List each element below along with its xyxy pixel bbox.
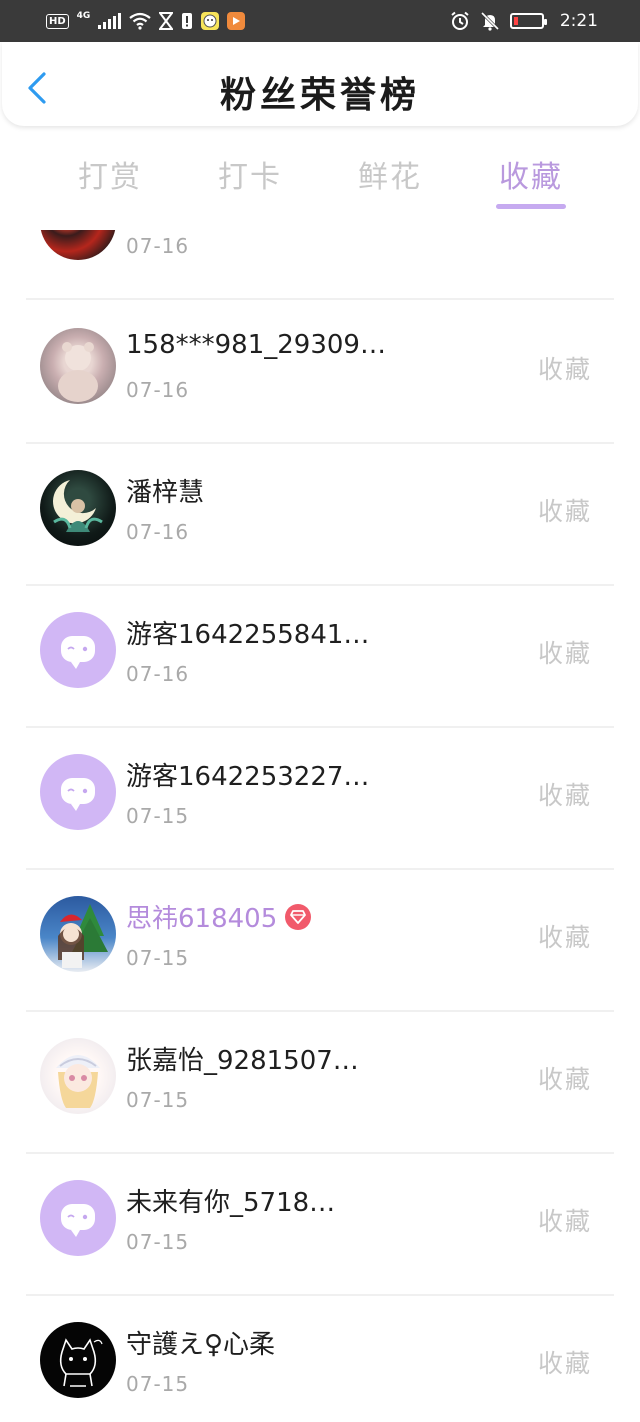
video-app-icon (227, 12, 246, 30)
tab-flowers[interactable]: 鲜花 (340, 152, 440, 196)
battery-icon (509, 13, 547, 29)
status-bar: HD 4G 2:21 (0, 0, 640, 42)
fan-date: 07-15 (126, 1372, 190, 1396)
top-bar: 粉丝荣誉榜 (2, 42, 638, 126)
tab-bar: 打赏 打卡 鲜花 收藏 (0, 140, 640, 216)
user-name: 游客1642253227… (126, 762, 370, 792)
fan-date: 07-16 (126, 662, 190, 686)
alarm-icon (451, 11, 469, 30)
action-label: 收藏 (538, 1207, 593, 1236)
list-item[interactable]: 守護え♀心柔 07-15 收藏 (0, 1296, 640, 1422)
action-label: 收藏 (538, 355, 593, 384)
list-item[interactable]: 游客1642253227… 07-15 收藏 (0, 728, 640, 870)
user-avatar[interactable] (40, 328, 116, 404)
signal-icon (98, 13, 122, 29)
hd-badge: HD (46, 13, 69, 29)
wifi-icon (129, 12, 152, 30)
app-notification-icon (201, 12, 220, 30)
user-name-text: 思祎618405 (126, 904, 278, 934)
status-right: 2:21 (450, 10, 598, 32)
user-avatar[interactable] (40, 230, 116, 260)
status-left: HD 4G (46, 10, 246, 32)
tab-favorites[interactable]: 收藏 (481, 152, 581, 196)
user-name: 张嘉怡_9281507… (126, 1046, 359, 1076)
user-avatar[interactable] (40, 1038, 116, 1114)
user-avatar[interactable] (40, 896, 116, 972)
tab-checkin[interactable]: 打卡 (200, 152, 300, 196)
fan-date: 07-15 (126, 804, 190, 828)
fan-date: 07-15 (126, 946, 190, 970)
user-name: 守護え♀心柔 (126, 1330, 276, 1360)
alert-icon (182, 13, 193, 29)
page-title: 粉丝荣誉榜 (219, 74, 420, 116)
user-avatar[interactable] (40, 1322, 116, 1398)
fan-date: 07-16 (126, 234, 190, 258)
user-name: 158***981_29309… (126, 330, 386, 360)
default-avatar-icon[interactable] (40, 612, 116, 688)
network-type: 4G (76, 11, 91, 21)
vip-diamond-icon (285, 903, 312, 930)
action-label: 收藏 (538, 1349, 593, 1378)
fan-list: 07-16 收藏 158***981_29309… 07-16 收藏 潘梓慧 0… (0, 230, 640, 1422)
user-name: 潘梓慧 (126, 478, 205, 508)
list-item[interactable]: 158***981_29309… 07-16 收藏 (0, 302, 640, 444)
fan-date: 07-15 (126, 1088, 190, 1112)
row-divider (26, 298, 614, 300)
default-avatar-icon[interactable] (40, 1180, 116, 1256)
mute-bell-icon (480, 11, 499, 31)
action-label: 收藏 (538, 497, 593, 526)
default-avatar-icon[interactable] (40, 754, 116, 830)
active-tab-indicator (496, 204, 566, 209)
fan-date: 07-15 (126, 1230, 190, 1254)
list-item[interactable]: 未来有你_5718… 07-15 收藏 (0, 1154, 640, 1296)
fan-date: 07-16 (126, 520, 190, 544)
list-item[interactable]: 游客1642255841… 07-16 收藏 (0, 586, 640, 728)
user-name: 游客1642255841… (126, 620, 370, 650)
fan-date: 07-16 (126, 378, 190, 402)
list-item[interactable]: 潘梓慧 07-16 收藏 (0, 444, 640, 586)
list-item[interactable]: 思祎618405 07-15 收藏 (0, 870, 640, 1012)
action-label: 收藏 (538, 923, 593, 952)
tab-reward[interactable]: 打赏 (60, 152, 160, 196)
action-label: 收藏 (538, 639, 593, 668)
list-item[interactable]: 张嘉怡_9281507… 07-15 收藏 (0, 1012, 640, 1154)
user-name: 思祎618405 (126, 898, 312, 935)
action-label: 收藏 (538, 1065, 593, 1094)
action-label: 收藏 (538, 781, 593, 810)
list-item[interactable]: 07-16 收藏 (0, 230, 640, 300)
status-time: 2:21 (559, 11, 598, 31)
user-avatar[interactable] (40, 470, 116, 546)
hourglass-icon (159, 12, 174, 30)
user-name: 未来有你_5718… (126, 1188, 336, 1218)
